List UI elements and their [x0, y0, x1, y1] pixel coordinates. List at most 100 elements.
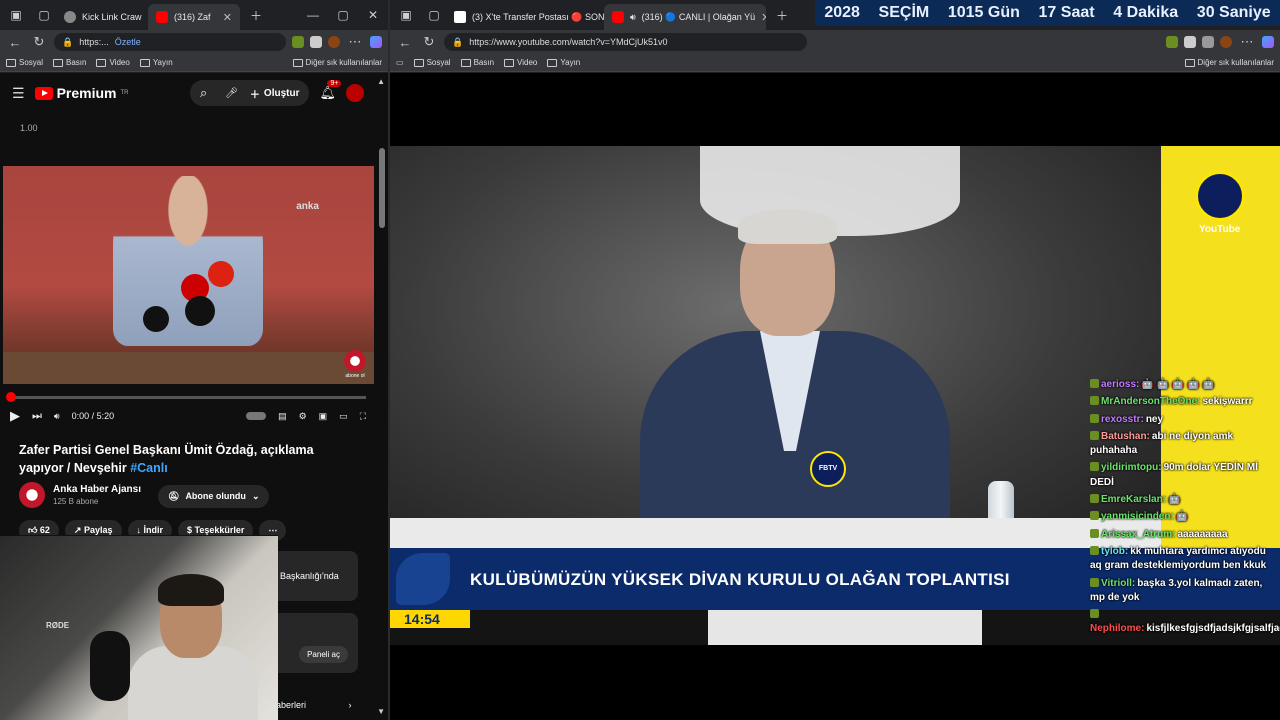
lock-icon: 🔒 — [62, 36, 74, 47]
volume-icon[interactable]: 🔊︎ — [54, 411, 60, 422]
tab-actions-icon[interactable]: ▢ — [32, 3, 56, 27]
tab-youtube-live[interactable]: 🔊︎ (316) 🔵 CANLI | Olağan Yü ✕ — [604, 4, 766, 30]
refresh-icon[interactable]: ↻ — [30, 34, 48, 50]
chat-username[interactable]: Arissax_Atrum: — [1101, 529, 1175, 540]
chat-username[interactable]: yildirimtopu: — [1101, 462, 1162, 473]
settings-gear-icon[interactable]: ⚙ — [299, 411, 307, 422]
summarize-button[interactable]: Özetle — [115, 37, 141, 47]
autoplay-toggle[interactable] — [246, 412, 267, 420]
profile-avatar[interactable] — [328, 36, 340, 48]
extension-icon[interactable] — [1202, 36, 1214, 48]
theater-mode-icon[interactable]: ▭ — [339, 411, 348, 422]
channel-name[interactable]: Anka Haber Ajansı — [53, 484, 141, 495]
create-button[interactable]: ⌕ 🎤︎ ＋ Oluştur — [189, 80, 310, 106]
chat-username[interactable]: aerioss: — [1101, 379, 1139, 390]
other-bookmarks[interactable]: Diğer sık kullanılanlar — [293, 58, 382, 67]
address-bar: ← ↻ 🔒 https://www.youtube.com/watch?v=YM… — [390, 30, 1280, 54]
bookmark-folder[interactable]: Basın — [53, 58, 86, 67]
workspaces-icon[interactable]: ▣ — [394, 3, 418, 27]
tab-kick[interactable]: Kick Link Craw ✕ — [56, 4, 148, 30]
notifications-bell-icon[interactable]: 🔔︎ 9+ — [319, 80, 342, 101]
reading-view-icon[interactable]: ▭ — [396, 58, 404, 67]
close-tab-icon[interactable]: ✕ — [223, 11, 232, 24]
studio-microphone — [90, 631, 130, 701]
mic-icon[interactable]: 🎤︎ — [225, 88, 238, 99]
chat-username[interactable]: MrAndersonTheOne: — [1101, 396, 1200, 407]
live-clock: 14:54 — [390, 610, 470, 628]
next-icon[interactable]: ⏭ — [32, 410, 42, 423]
copilot-icon[interactable] — [370, 36, 382, 48]
chat-message: Nephilome: kisfjlkesfgjsdfjadsjkfgjsalfja… — [1090, 608, 1280, 637]
scroll-up-arrow[interactable]: ▲ — [377, 77, 385, 86]
close-tab-icon[interactable]: ✕ — [761, 11, 766, 24]
bookmark-folder[interactable]: Sosyal — [6, 58, 43, 67]
chat-username[interactable]: EmreKarslan: — [1101, 494, 1166, 505]
bookmark-folder[interactable]: Video — [96, 58, 129, 67]
subscribed-button[interactable]: 🔕︎ Abone olundu ⌄ — [158, 485, 270, 508]
channel-avatar[interactable] — [19, 482, 45, 508]
chat-username[interactable]: Vitrioll: — [1101, 578, 1135, 589]
other-bookmarks[interactable]: Diğer sık kullanılanlar — [1185, 58, 1274, 67]
related-card-text: Başkanlığı'nda — [280, 571, 339, 581]
url-field[interactable]: 🔒 https://www.youtube.com/watch?v=YMdCjU… — [444, 33, 807, 51]
profile-avatar[interactable] — [1220, 36, 1232, 48]
chat-text: 🤖 — [1168, 494, 1181, 506]
extension-icon[interactable] — [292, 36, 304, 48]
chat-username[interactable]: Batushan: — [1101, 431, 1150, 442]
chat-username[interactable]: yanmisicinden: — [1101, 511, 1174, 522]
bookmark-folder[interactable]: Yayın — [547, 58, 580, 67]
video-player[interactable]: anka abone ol — [3, 166, 374, 384]
tab-youtube[interactable]: (316) Zaf ✕ — [148, 4, 240, 30]
chat-message: yildirimtopu: 90m dolar YEDİN Mİ DEDİ — [1090, 461, 1280, 490]
more-menu-icon[interactable]: ⋯ — [1238, 34, 1256, 50]
new-tab-icon[interactable]: ＋ — [244, 3, 268, 27]
copilot-icon[interactable] — [1262, 36, 1274, 48]
open-panel-button[interactable]: Paneli aç — [299, 646, 348, 663]
miniplayer-icon[interactable]: ▣ — [319, 411, 328, 422]
tab-actions-icon[interactable]: ▢ — [422, 3, 446, 27]
bookmark-folder[interactable]: Basın — [461, 58, 494, 67]
url-field[interactable]: 🔒 https:... Özetle — [54, 33, 286, 51]
tab-x-transfer[interactable]: (3) X'te Transfer Postası 🔴 SON ✕ — [446, 4, 604, 30]
subtitles-icon[interactable]: ▤ — [278, 411, 287, 422]
bookmark-folder[interactable]: Video — [504, 58, 537, 67]
close-window-icon[interactable]: ✕ — [358, 8, 388, 22]
hashtag-link[interactable]: #Canlı — [130, 461, 168, 475]
progress-bar[interactable] — [6, 392, 366, 402]
back-icon[interactable]: ← — [396, 35, 414, 50]
search-icon[interactable]: ⌕ — [200, 85, 207, 101]
chat-username[interactable]: tylob: — [1101, 546, 1128, 557]
account-avatar[interactable] — [346, 84, 364, 102]
bookmark-folder[interactable]: Sosyal — [414, 58, 451, 67]
hamburger-menu-icon[interactable]: ☰ — [12, 85, 25, 102]
bookmark-folder[interactable]: Yayın — [140, 58, 173, 67]
youtube-logo[interactable]: Premium TR — [34, 85, 128, 101]
scrollbar[interactable] — [379, 148, 385, 228]
extension-icon[interactable] — [310, 36, 322, 48]
minimize-icon[interactable]: — — [298, 8, 328, 22]
scroll-down-arrow[interactable]: ▼ — [377, 707, 385, 716]
chat-username[interactable]: Nephilome: — [1090, 623, 1144, 634]
speaker-icon[interactable]: 🔊︎ — [630, 12, 636, 23]
scrubber-handle[interactable] — [6, 392, 16, 402]
workspaces-icon[interactable]: ▣ — [4, 3, 28, 27]
back-icon[interactable]: ← — [6, 35, 24, 50]
streamer-hair — [158, 574, 224, 606]
maximize-icon[interactable]: ▢ — [328, 8, 358, 22]
bookmarks-bar: ▭ Sosyal Basın Video Yayın Diğer sık kul… — [390, 54, 1280, 72]
extension-icon[interactable] — [1166, 36, 1178, 48]
play-icon[interactable]: ▶ — [10, 408, 20, 424]
chat-badge-icon — [1090, 577, 1099, 587]
live-video-frame: FBTV — [390, 146, 1161, 548]
chat-username[interactable]: rexosstr: — [1101, 414, 1144, 425]
refresh-icon[interactable]: ↻ — [420, 34, 438, 50]
chat-text: 🤖 — [1175, 511, 1189, 523]
chat-badge-icon — [1090, 511, 1099, 521]
chat-text: aaaaaaaaa — [1177, 528, 1228, 540]
more-menu-icon[interactable]: ⋯ — [346, 34, 364, 50]
related-card[interactable]: Başkanlığı'nda — [272, 551, 358, 601]
chevron-right-icon[interactable]: › — [349, 700, 352, 710]
fullscreen-icon[interactable]: ⛶ — [360, 411, 366, 422]
extension-icon[interactable] — [1184, 36, 1196, 48]
new-tab-icon[interactable]: ＋ — [770, 3, 794, 27]
